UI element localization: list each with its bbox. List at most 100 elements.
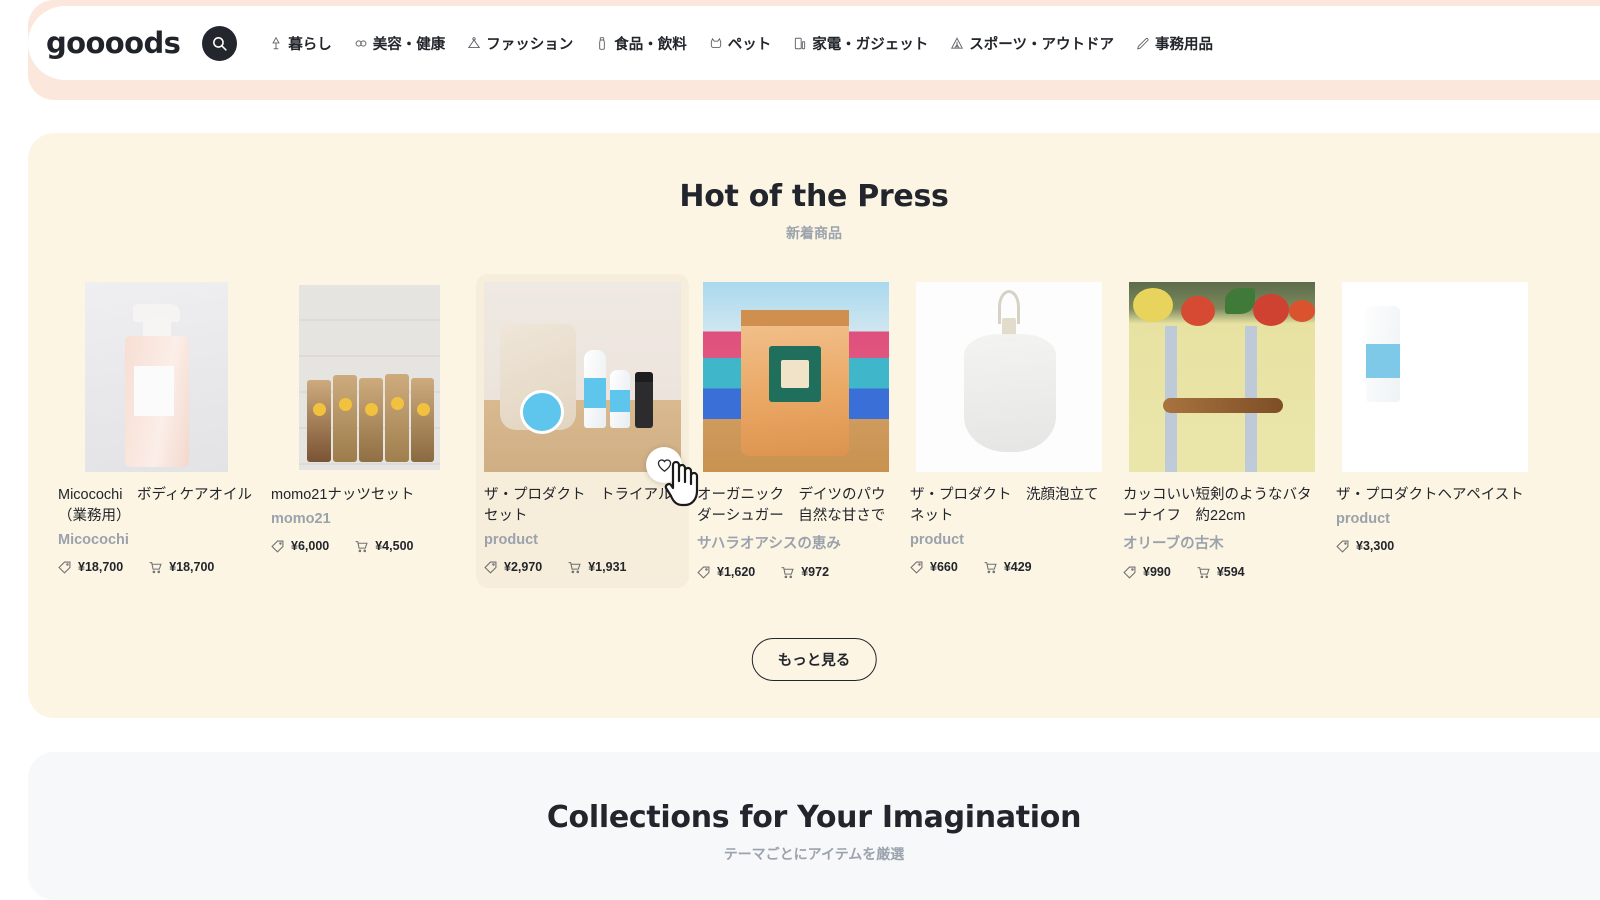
product-shop: product (910, 532, 964, 548)
cart-icon (1197, 566, 1210, 579)
nav-item-office-supplies[interactable]: 事務用品 (1136, 33, 1213, 54)
tag-icon (697, 566, 710, 579)
list-price: ¥18,700 (58, 560, 123, 574)
product-carousel[interactable]: Micocochi ボディケアオイル（業務用） Micocochi ¥18,70… (50, 274, 1600, 593)
section-title: Collections for Your Imagination (546, 800, 1082, 835)
nav-item-beauty-health[interactable]: 美容・健康 (354, 33, 446, 54)
lipstick-icon (354, 36, 368, 51)
pen-icon (1136, 36, 1150, 51)
sale-price: ¥1,931 (568, 560, 626, 574)
nav-item-fashion[interactable]: ファッション (467, 33, 573, 54)
product-shop: オリーブの古木 (1123, 536, 1224, 552)
product-title: オーガニック デイツのパウダーシュガー 自然な甘さで栄養補… (697, 487, 886, 524)
sale-price-value: ¥18,700 (169, 560, 215, 574)
site-header: goooods 暮らし 美容・健康 ファッション 食品・飲料 ペット 家電・ガジ… (0, 0, 1600, 100)
product-prices: ¥2,970 ¥1,931 (484, 560, 681, 574)
list-price-value: ¥6,000 (291, 539, 330, 553)
pet-icon (709, 36, 723, 51)
sale-price: ¥18,700 (149, 560, 214, 574)
product-title: カッコいい短剣のようなバターナイフ 約22cm (1123, 487, 1312, 524)
product-prices: ¥660 ¥429 (910, 560, 1107, 574)
heart-icon (657, 458, 671, 472)
list-price: ¥1,620 (697, 565, 755, 579)
product-image (271, 282, 468, 472)
tag-icon (58, 561, 71, 574)
product-card[interactable]: momo21ナッツセット momo21 ¥6,000 ¥4,500 (263, 274, 476, 567)
product-image (910, 282, 1107, 472)
sale-price-value: ¥594 (1216, 565, 1245, 579)
cart-icon (984, 561, 997, 574)
product-shop: product (484, 532, 538, 548)
product-prices: ¥3,300 (1336, 539, 1533, 553)
tag-icon (1336, 540, 1349, 553)
site-logo[interactable]: goooods (46, 26, 181, 60)
hanger-icon (467, 36, 481, 51)
nav-label: 事務用品 (1155, 36, 1213, 53)
product-shop: momo21 (271, 511, 331, 527)
sale-price: ¥429 (984, 560, 1032, 574)
product-title: ザ・プロダクト トライアルセット (484, 487, 673, 524)
sale-price: ¥4,500 (355, 539, 413, 553)
list-price-value: ¥18,700 (78, 560, 124, 574)
nav-item-kurashi[interactable]: 暮らし (269, 33, 332, 54)
nav-item-sports-outdoor[interactable]: スポーツ・アウトドア (950, 33, 1114, 54)
cart-icon (149, 561, 162, 574)
product-card[interactable]: オーガニック デイツのパウダーシュガー 自然な甘さで栄養補… サハラオアシスの恵… (689, 274, 902, 593)
sale-price-value: ¥429 (1003, 560, 1032, 574)
tag-icon (484, 561, 497, 574)
product-prices: ¥990 ¥594 (1123, 565, 1320, 579)
nav-item-food-drink[interactable]: 食品・飲料 (595, 33, 687, 54)
product-prices: ¥1,620 ¥972 (697, 565, 894, 579)
list-price: ¥6,000 (271, 539, 329, 553)
favorite-button[interactable] (646, 447, 682, 483)
section-subtitle: テーマごとにアイテムを厳選 (723, 846, 905, 862)
tag-icon (910, 561, 923, 574)
product-shop: product (1336, 511, 1390, 527)
load-more-button[interactable]: もっと見る (751, 638, 877, 681)
cart-icon (355, 540, 368, 553)
product-title: Micocochi ボディケアオイル（業務用） (58, 487, 252, 524)
list-price-value: ¥3,300 (1356, 539, 1395, 553)
product-image (484, 282, 699, 507)
list-price-value: ¥990 (1143, 565, 1171, 579)
product-card[interactable]: ザ・プロダクト トライアルセット product ¥2,970 ¥1,931 (476, 274, 699, 588)
list-price: ¥990 (1123, 565, 1171, 579)
product-card[interactable]: カッコいい短剣のようなバターナイフ 約22cm オリーブの古木 ¥990 ¥59… (1115, 274, 1328, 593)
product-image (1123, 282, 1320, 472)
tag-icon (1123, 566, 1136, 579)
sale-price: ¥972 (781, 565, 829, 579)
product-image (58, 282, 255, 472)
product-title: ザ・プロダクト 洗顔泡立てネット (910, 487, 1099, 524)
nav-item-pet[interactable]: ペット (709, 33, 772, 54)
product-card[interactable]: Micocochi ボディケアオイル（業務用） Micocochi ¥18,70… (50, 274, 263, 588)
product-card[interactable]: ザ・プロダクト 洗顔泡立てネット product ¥660 ¥429 (902, 274, 1115, 588)
nav-label: スポーツ・アウトドア (969, 36, 1114, 53)
cart-icon (568, 561, 581, 574)
header-bar: goooods 暮らし 美容・健康 ファッション 食品・飲料 ペット 家電・ガジ… (28, 6, 1600, 80)
section-subtitle: 新着商品 (786, 225, 842, 241)
collections-section: Collections for Your Imagination テーマごとにア… (28, 752, 1600, 900)
device-icon (793, 36, 807, 51)
search-icon[interactable] (202, 25, 238, 61)
nav-label: 家電・ガジェット (812, 36, 929, 53)
list-price: ¥2,970 (484, 560, 542, 574)
nav-label: ペット (727, 36, 772, 53)
product-title: ザ・プロダクトヘアペイスト (1336, 487, 1524, 503)
list-price-value: ¥1,620 (717, 565, 756, 579)
list-price-value: ¥660 (930, 560, 958, 574)
section-title: Hot of the Press (679, 179, 949, 214)
sale-price: ¥594 (1197, 565, 1245, 579)
nav-item-appliance-gadget[interactable]: 家電・ガジェット (793, 33, 928, 54)
lamp-icon (269, 36, 283, 51)
product-prices: ¥18,700 ¥18,700 (58, 560, 255, 574)
nav-label: 食品・飲料 (614, 36, 687, 53)
tag-icon (271, 540, 284, 553)
nav-label: 美容・健康 (372, 36, 446, 53)
nav-label: 暮らし (288, 36, 332, 53)
bottle-icon (595, 36, 609, 51)
product-card[interactable]: ザ・プロダクトヘアペイスト product ¥3,300 (1328, 274, 1541, 567)
list-price: ¥3,300 (1336, 539, 1394, 553)
sale-price-value: ¥972 (801, 565, 830, 579)
tent-icon (950, 36, 964, 51)
product-image (1336, 282, 1533, 472)
